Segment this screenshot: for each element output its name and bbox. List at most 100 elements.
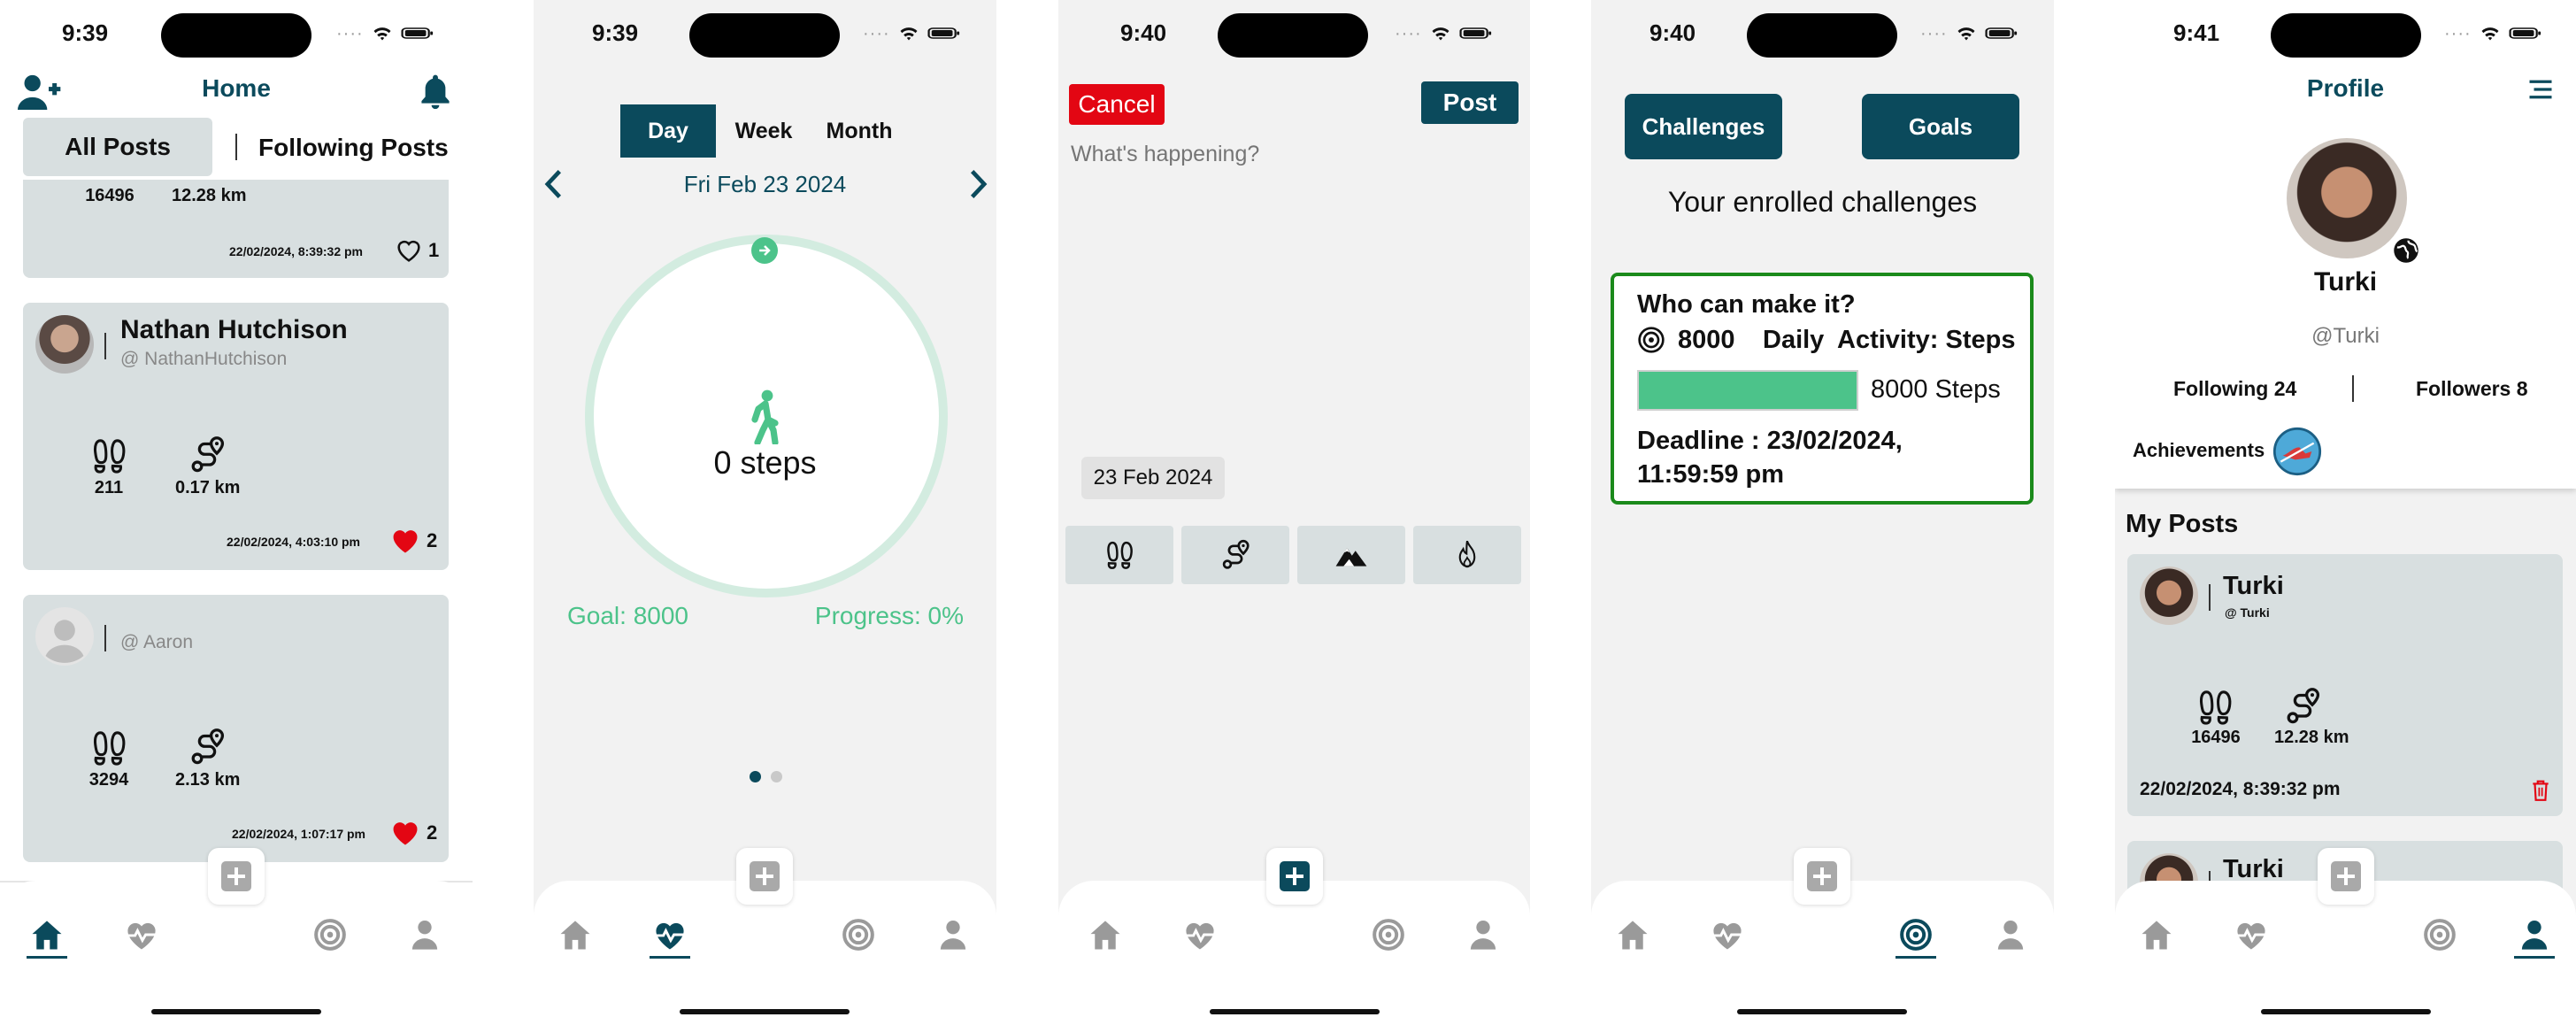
home-indicator[interactable] [680, 1009, 850, 1014]
tab-activity[interactable] [1180, 914, 1220, 955]
profile-avatar[interactable] [2287, 138, 2407, 258]
activity-screen: 9:39 ···· Day Week Month Fri Feb 23 2024… [534, 0, 996, 1025]
create-post-button[interactable] [2318, 848, 2374, 905]
tab-profile[interactable] [404, 914, 445, 955]
tab-all-posts[interactable]: All Posts [23, 118, 212, 176]
plus-icon [2331, 861, 2361, 891]
avatar[interactable] [35, 315, 94, 374]
tab-challenges-toggle[interactable]: Challenges [1625, 94, 1782, 159]
challenge-card[interactable]: Who can make it? 8000 Daily Activity: St… [1611, 273, 2034, 505]
section-heading: Your enrolled challenges [1667, 186, 1978, 218]
metric-elevation-button[interactable] [1297, 526, 1405, 584]
tab-activity[interactable] [121, 914, 162, 955]
achievements-label: Achievements [2133, 439, 2265, 461]
post-card[interactable]: Turki @ Turki 16496 12.28 km 22/02/2024,… [2127, 554, 2563, 816]
post-card[interactable]: @ Aaron 3294 2.13 km 22/02/2024, 1:07:17… [23, 595, 449, 862]
post-timestamp: 22/02/2024, 4:03:10 pm [227, 535, 360, 549]
create-post-button[interactable] [736, 848, 793, 905]
dynamic-island [161, 13, 311, 58]
period-week[interactable]: Week [716, 104, 811, 158]
create-post-button[interactable] [208, 848, 265, 905]
period-day[interactable]: Day [620, 104, 716, 158]
tab-challenges[interactable] [2419, 914, 2460, 955]
tab-profile[interactable] [1463, 914, 1503, 955]
home-indicator[interactable] [151, 1009, 321, 1014]
name-divider [104, 625, 106, 651]
metric-calories-button[interactable] [1413, 526, 1521, 584]
challenge-progress-bar [1637, 370, 1858, 411]
route-icon [1222, 539, 1250, 569]
footprints-icon [93, 439, 126, 474]
notification-bell-icon[interactable] [416, 71, 455, 110]
period-month[interactable]: Month [811, 104, 907, 158]
home-indicator[interactable] [1737, 1009, 1907, 1014]
avatar[interactable] [2140, 566, 2198, 625]
challenge-progress-fill [1639, 372, 1857, 409]
target-icon [2424, 919, 2456, 951]
achievement-badge-icon[interactable] [2272, 427, 2322, 476]
next-day-icon[interactable] [965, 168, 991, 200]
current-date: Fri Feb 23 2024 [683, 171, 847, 197]
metric-distance-button[interactable] [1181, 526, 1289, 584]
tab-activity[interactable] [650, 914, 690, 959]
footprints-icon [1107, 541, 1133, 569]
heart-pulse-icon [126, 921, 158, 951]
followers-count[interactable]: Followers 8 [2416, 377, 2528, 401]
post-button[interactable]: Post [1421, 81, 1519, 124]
tab-goals-toggle[interactable]: Goals [1862, 94, 2019, 159]
like-heart-outline-icon[interactable] [393, 235, 425, 266]
like-heart-filled-icon[interactable] [388, 816, 423, 850]
tab-activity[interactable] [1707, 914, 1748, 955]
cancel-button[interactable]: Cancel [1069, 84, 1165, 125]
home-indicator[interactable] [2261, 1009, 2431, 1014]
page-dot-active[interactable] [750, 771, 761, 782]
trash-icon[interactable] [2531, 779, 2550, 802]
flame-icon [1458, 540, 1476, 568]
status-bar: 9:40 ···· [1058, 0, 1530, 71]
post-timestamp: 22/02/2024, 1:07:17 pm [232, 827, 365, 841]
tab-following-posts[interactable]: Following Posts [258, 134, 449, 162]
target-icon [1638, 327, 1665, 353]
tab-challenges[interactable] [1895, 914, 1936, 959]
tab-home[interactable] [555, 914, 596, 955]
tab-home[interactable] [27, 914, 67, 959]
tab-profile[interactable] [1990, 914, 2031, 955]
home-screen: 9:39 ···· Home All Posts Following Posts… [0, 0, 473, 1025]
ring-start-arrow-icon [751, 237, 778, 264]
date-chip[interactable]: 23 Feb 2024 [1081, 457, 1225, 499]
post-card[interactable]: Nathan Hutchison @ NathanHutchison 211 0… [23, 303, 449, 570]
stats-divider [2352, 375, 2354, 402]
tab-profile[interactable] [933, 914, 973, 955]
create-post-button[interactable] [1266, 848, 1323, 905]
post-timestamp: 22/02/2024, 8:39:32 pm [2140, 779, 2341, 799]
tab-challenges[interactable] [310, 914, 350, 955]
tab-home[interactable] [1612, 914, 1653, 955]
post-text-input[interactable] [1071, 142, 1518, 425]
tab-profile[interactable] [2514, 914, 2555, 959]
user-icon [1470, 921, 1496, 950]
following-count[interactable]: Following 24 [2173, 377, 2296, 401]
tab-activity[interactable] [2231, 914, 2272, 955]
target-icon [1373, 919, 1404, 951]
signal-icon: ···· [336, 24, 364, 43]
page-dot[interactable] [771, 771, 782, 782]
tab-challenges[interactable] [838, 914, 879, 955]
create-post-button[interactable] [1794, 848, 1850, 905]
status-bar: 9:39 ···· [0, 0, 473, 71]
globe-icon[interactable] [2393, 237, 2419, 264]
steps-value: 16496 [2191, 728, 2241, 747]
challenge-target: 8000 [1678, 326, 1735, 354]
post-author-name[interactable]: Turki [2223, 572, 2284, 601]
clock: 9:39 [592, 19, 639, 46]
home-indicator[interactable] [1210, 1009, 1380, 1014]
post-author-name[interactable]: Nathan Hutchison [120, 315, 348, 345]
menu-icon[interactable] [2527, 78, 2554, 101]
home-icon [560, 921, 590, 950]
tab-home[interactable] [2136, 914, 2177, 955]
metric-steps-button[interactable] [1065, 526, 1173, 584]
like-heart-filled-icon[interactable] [388, 524, 423, 558]
clock: 9:41 [2173, 19, 2220, 46]
tab-challenges[interactable] [1368, 914, 1409, 955]
default-avatar-icon[interactable] [35, 607, 94, 666]
tab-home[interactable] [1085, 914, 1126, 955]
